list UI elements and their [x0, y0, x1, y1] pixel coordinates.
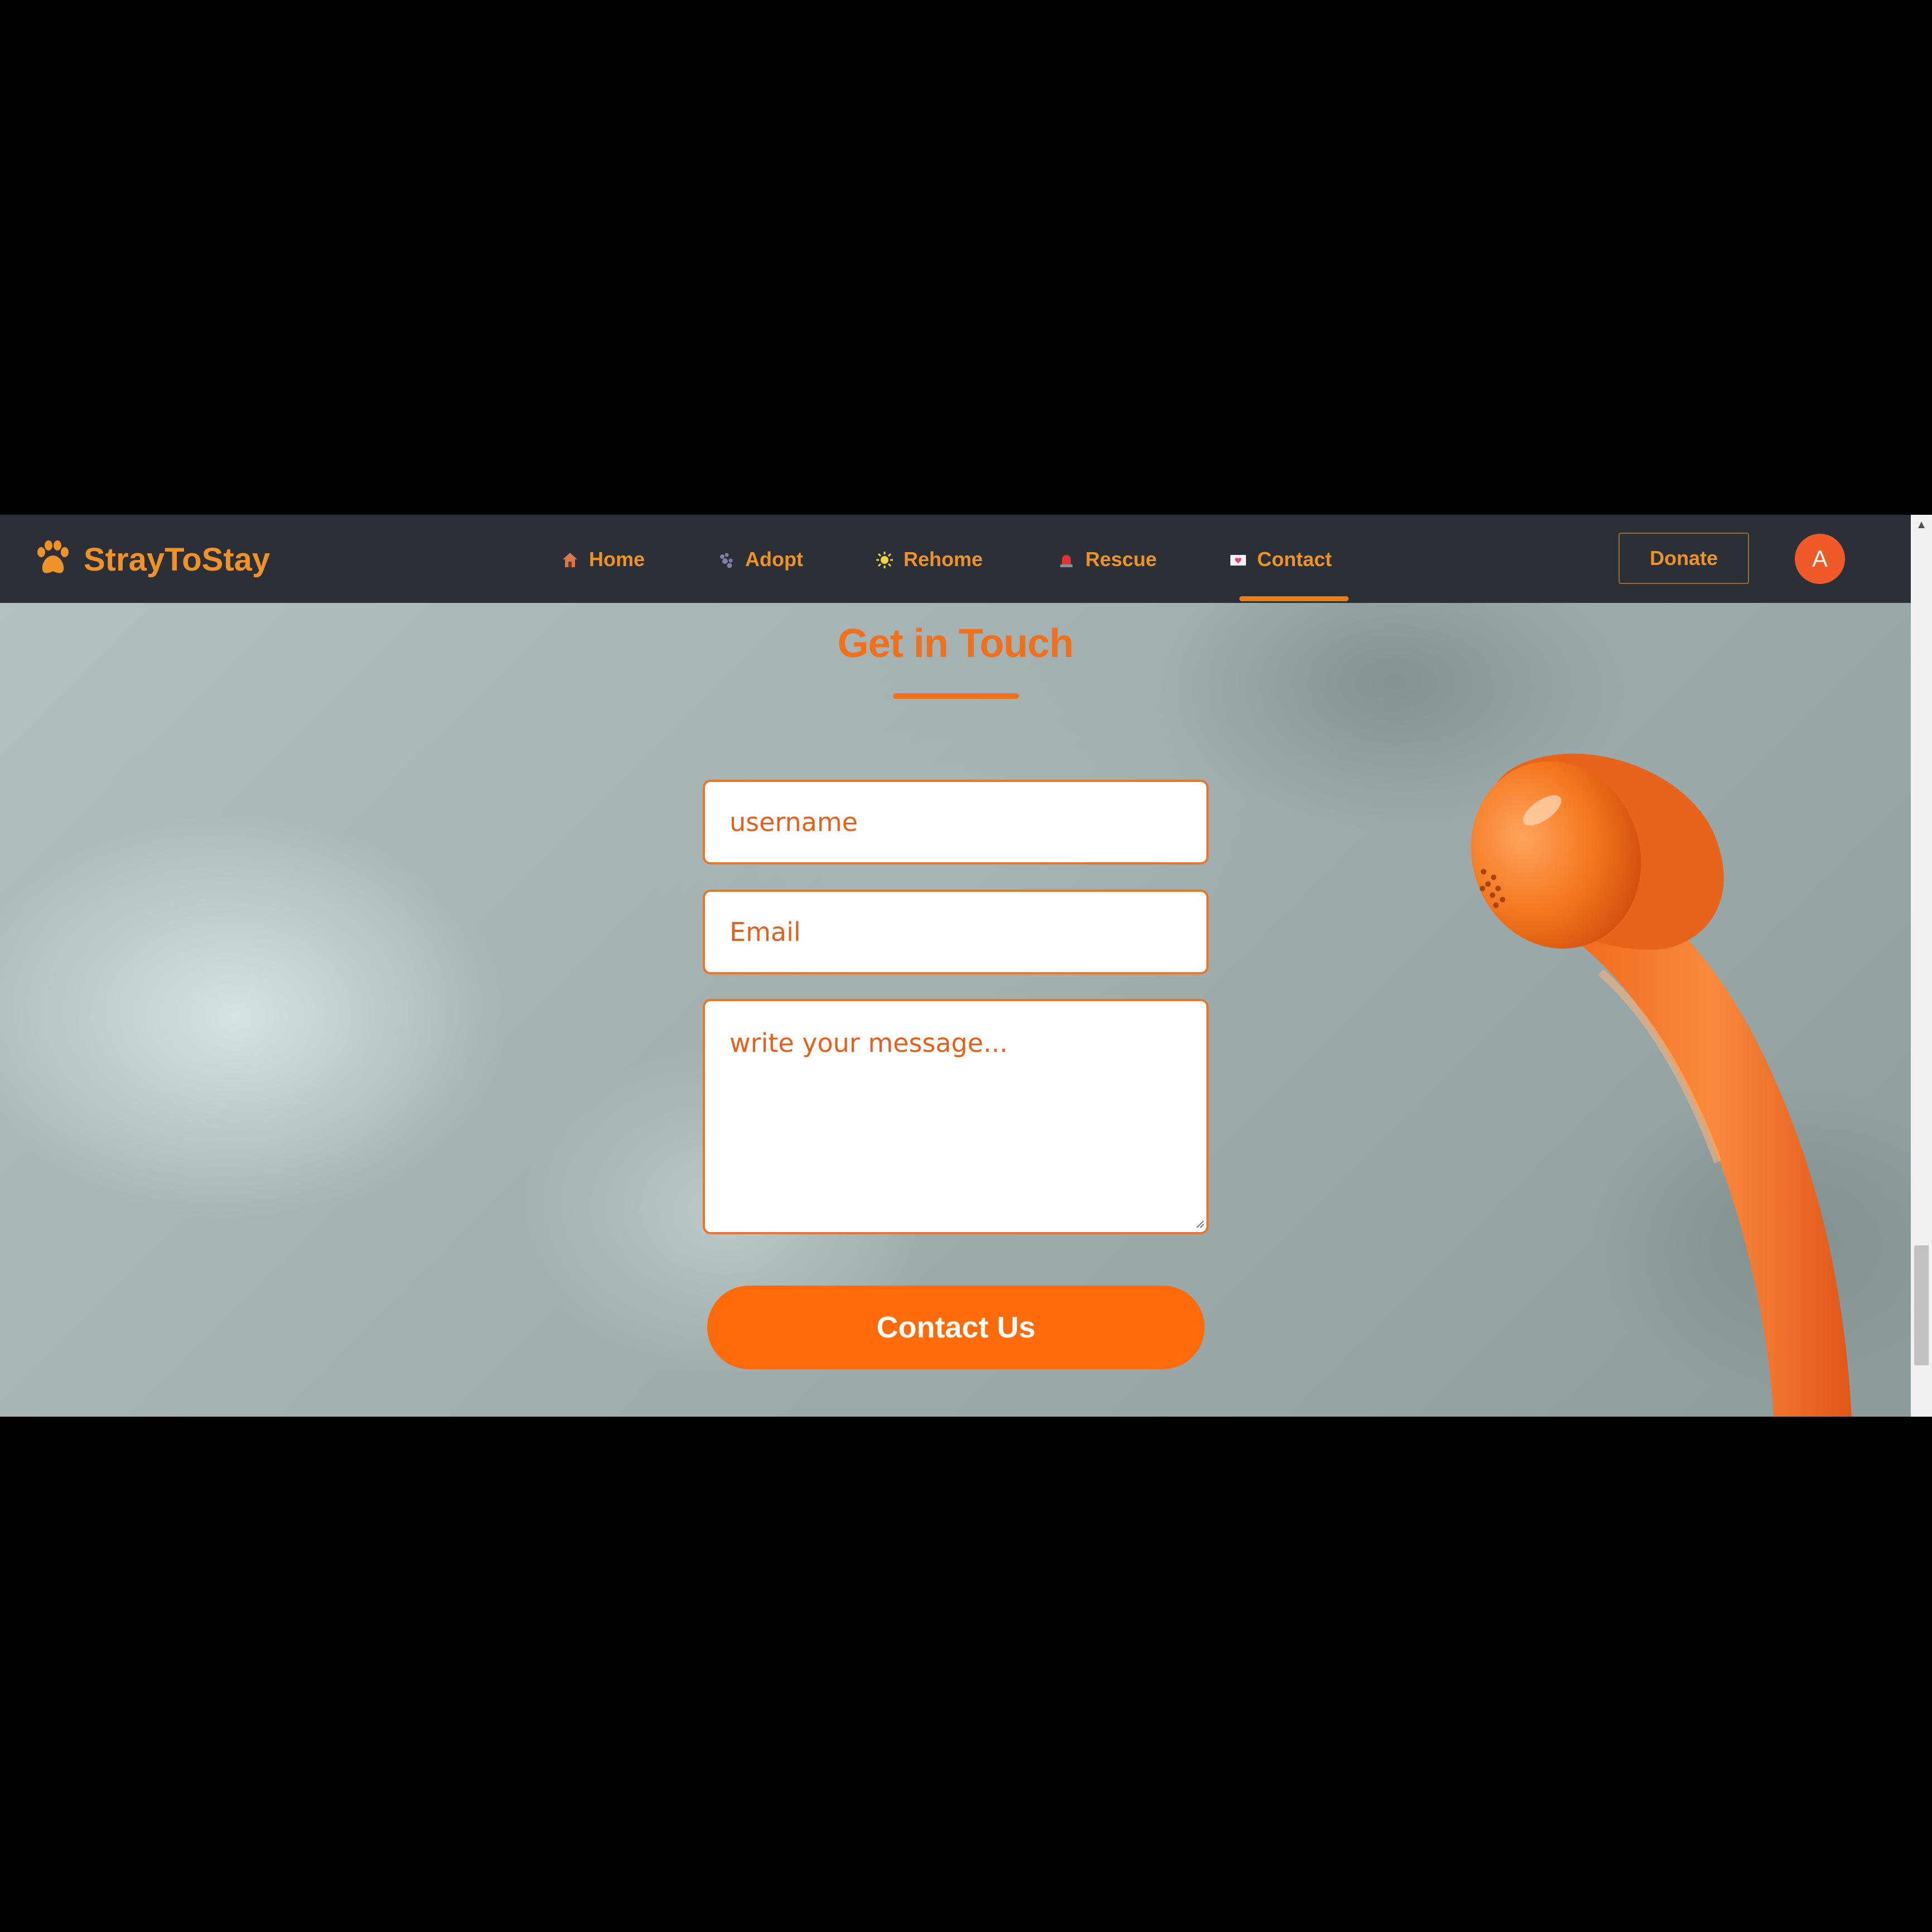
sun-icon	[876, 550, 893, 568]
nav-item-contact[interactable]: Contact	[1229, 542, 1332, 577]
nav-item-label: Adopt	[745, 548, 803, 571]
active-nav-indicator	[1239, 596, 1349, 601]
message-textarea[interactable]	[703, 999, 1209, 1234]
email-field[interactable]	[703, 890, 1209, 974]
nav-item-rescue[interactable]: Rescue	[1057, 542, 1157, 577]
house-icon	[561, 550, 579, 568]
contact-page: StrayToStay Home Adopt Rehome Rescue Con…	[0, 515, 1911, 1417]
scroll-up-arrow-icon[interactable]: ▲	[1911, 515, 1932, 535]
nav-item-label: Rescue	[1085, 548, 1157, 571]
browser-viewport: StrayToStay Home Adopt Rehome Rescue Con…	[0, 515, 1932, 1417]
resize-handle-icon[interactable]	[1195, 1219, 1205, 1229]
donate-button[interactable]: Donate	[1619, 533, 1749, 584]
nav-item-rehome[interactable]: Rehome	[876, 542, 983, 577]
page-title: Get in Touch	[837, 621, 1074, 666]
vertical-scrollbar[interactable]: ▲	[1911, 515, 1932, 1417]
scroll-thumb[interactable]	[1914, 1245, 1929, 1365]
nav-item-label: Rehome	[904, 548, 983, 571]
username-field[interactable]	[703, 780, 1209, 864]
nav-item-home[interactable]: Home	[561, 542, 645, 577]
user-avatar[interactable]: A	[1795, 534, 1845, 584]
nav-item-label: Home	[589, 548, 645, 571]
telephone-receiver-image	[1471, 754, 1852, 1417]
nav-item-label: Contact	[1257, 548, 1332, 571]
brand-logo[interactable]: StrayToStay	[33, 537, 270, 582]
brand-name: StrayToStay	[84, 541, 271, 578]
love-letter-icon	[1229, 550, 1247, 568]
contact-us-button[interactable]: Contact Us	[707, 1286, 1205, 1369]
paw-icon	[33, 539, 73, 581]
siren-icon	[1057, 550, 1075, 568]
paws-icon	[717, 550, 735, 568]
nav-item-adopt[interactable]: Adopt	[717, 542, 803, 577]
title-underline	[893, 693, 1019, 699]
top-navbar: StrayToStay Home Adopt Rehome Rescue Con…	[0, 515, 1911, 603]
